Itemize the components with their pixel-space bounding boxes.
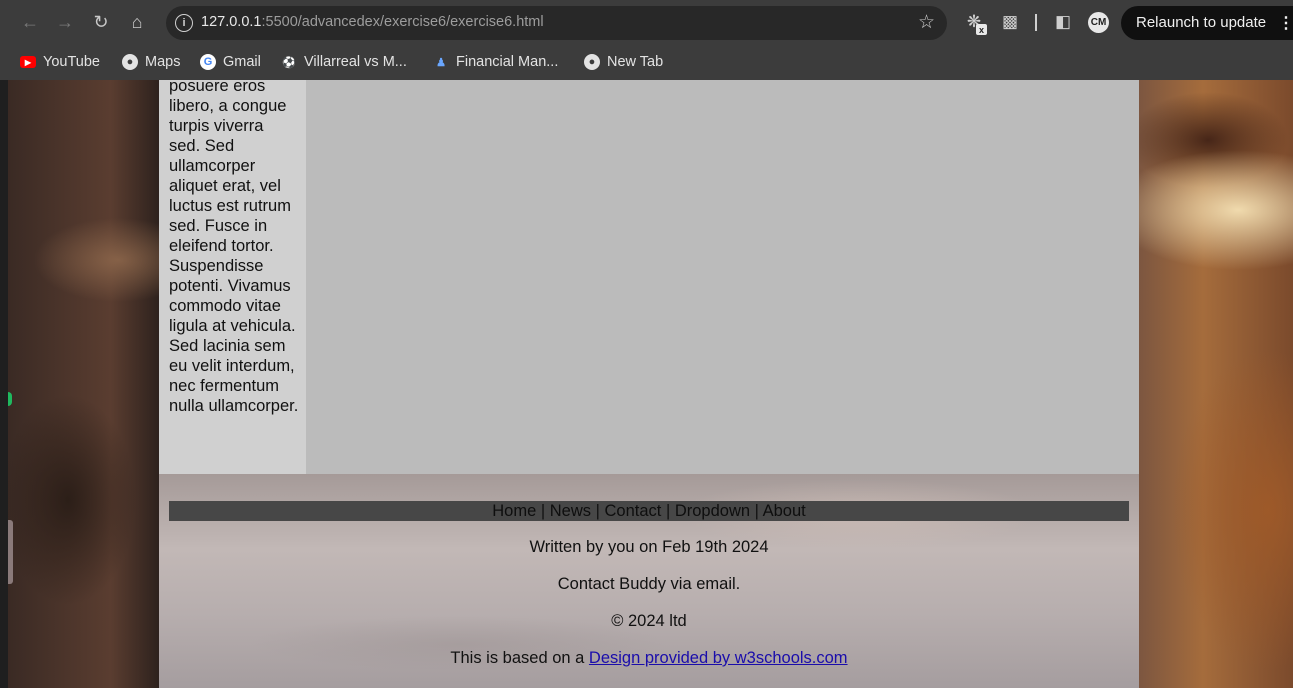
- forward-button[interactable]: →: [52, 9, 78, 35]
- edge-handle: [8, 520, 13, 584]
- more-menu-icon[interactable]: ⋮: [1278, 13, 1293, 33]
- w3schools-link[interactable]: Design provided by w3schools.com: [589, 649, 848, 667]
- globe-icon: ●: [584, 54, 600, 70]
- soccer-ball-icon: ⚽: [282, 56, 296, 69]
- nav-separator: |: [536, 502, 550, 520]
- side-panel-icon[interactable]: ◧: [1051, 10, 1075, 34]
- back-button[interactable]: ←: [17, 9, 43, 35]
- browser-chrome: ← → ↻ ⌂ i 127.0.0.1:5500/advancedex/exer…: [0, 0, 1293, 80]
- bookmark-villarreal[interactable]: ⚽ Villarreal vs M...: [281, 50, 407, 74]
- site-info-icon[interactable]: i: [175, 14, 193, 32]
- bookmark-label: Gmail: [223, 54, 261, 70]
- sidebar-column: posuere eros libero, a congue turpis viv…: [159, 80, 306, 474]
- bookmark-label: Maps: [145, 54, 181, 70]
- youtube-icon: ▶: [20, 56, 36, 68]
- address-bar[interactable]: i 127.0.0.1:5500/advancedex/exercise6/ex…: [166, 6, 947, 40]
- google-icon: G: [200, 54, 216, 70]
- nav-separator: |: [591, 502, 605, 520]
- toolbar-divider: [1035, 14, 1037, 31]
- footer-nav: Home | News | Contact | Dropdown | About: [169, 501, 1129, 521]
- footer-link-about[interactable]: About: [763, 502, 806, 520]
- footer: Home | News | Contact | Dropdown | About…: [159, 474, 1139, 688]
- relaunch-label: Relaunch to update: [1136, 14, 1267, 31]
- bookmark-maps[interactable]: ● Maps: [122, 50, 180, 74]
- sidebar-paragraph: posuere eros libero, a congue turpis viv…: [169, 80, 299, 415]
- bookmark-new-tab[interactable]: ● New Tab: [584, 50, 663, 74]
- edge-indicator: [8, 392, 12, 406]
- page-container: posuere eros libero, a congue turpis viv…: [159, 80, 1139, 688]
- bookmark-youtube[interactable]: ▶ YouTube: [20, 50, 100, 74]
- footer-copyright: © 2024 ltd: [611, 612, 687, 630]
- extensions-icon[interactable]: ▩: [998, 10, 1022, 34]
- nav-separator: |: [750, 502, 763, 520]
- footer-written-by: Written by you on Feb 19th 2024: [529, 538, 769, 556]
- relaunch-button[interactable]: Relaunch to update ⋮: [1121, 6, 1293, 40]
- bookmark-star-icon[interactable]: ☆: [918, 11, 935, 34]
- url-path: :5500/advancedex/exercise6/exercise6.htm…: [261, 14, 544, 30]
- footer-link-dropdown[interactable]: Dropdown: [675, 502, 750, 520]
- bookmark-label: Financial Man...: [456, 54, 559, 70]
- bookmark-label: YouTube: [43, 54, 100, 70]
- nav-separator: |: [661, 502, 675, 520]
- home-button[interactable]: ⌂: [124, 9, 150, 35]
- globe-icon: ●: [122, 54, 138, 70]
- bookmark-gmail[interactable]: G Gmail: [200, 50, 261, 74]
- footer-contact: Contact Buddy via email.: [557, 575, 741, 593]
- footer-link-contact[interactable]: Contact: [604, 502, 661, 520]
- footer-credit-text: This is based on a: [450, 649, 589, 667]
- people-icon: ♟: [436, 56, 446, 69]
- bookmarks-bar: ▶ YouTube ● Maps G Gmail ⚽ Villarreal vs…: [0, 44, 1293, 80]
- extension-badge-icon: x: [976, 24, 987, 35]
- footer-link-home[interactable]: Home: [492, 502, 536, 520]
- reload-button[interactable]: ↻: [88, 9, 114, 35]
- footer-credit: This is based on a Design provided by w3…: [159, 649, 1139, 668]
- url-text[interactable]: 127.0.0.1:5500/advancedex/exercise6/exer…: [201, 14, 544, 30]
- main-content: [306, 80, 1139, 474]
- browser-toolbar: ← → ↻ ⌂ i 127.0.0.1:5500/advancedex/exer…: [0, 0, 1293, 44]
- bookmark-label: Villarreal vs M...: [304, 54, 407, 70]
- footer-link-news[interactable]: News: [550, 502, 591, 520]
- page-viewport: posuere eros libero, a congue turpis viv…: [8, 80, 1293, 688]
- bookmark-financial[interactable]: ♟ Financial Man...: [433, 50, 558, 74]
- url-host: 127.0.0.1: [201, 14, 262, 30]
- profile-avatar[interactable]: CM: [1088, 12, 1109, 33]
- bookmark-label: New Tab: [607, 54, 664, 70]
